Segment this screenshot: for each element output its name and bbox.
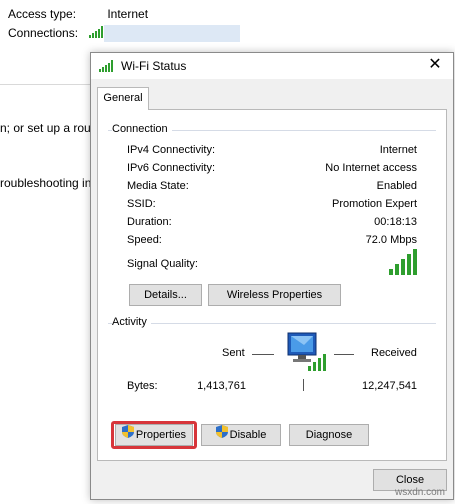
signal-quality-row: Signal Quality: (127, 258, 417, 274)
activity-divider (303, 379, 304, 391)
access-type-label: Access type: (8, 7, 77, 21)
dialog-title: Wi-Fi Status (121, 59, 187, 73)
background-text-fragment: n; or set up a rout (0, 121, 95, 135)
info-row: IPv6 Connectivity: No Internet access (127, 162, 417, 178)
background-text-fragment: roubleshooting in (0, 176, 92, 190)
info-label: Speed: (127, 234, 162, 246)
connections-label: Connections: (8, 26, 79, 40)
info-value: 00:18:13 (374, 216, 417, 228)
background-divider (0, 84, 94, 85)
wifi-status-dialog: Wi-Fi Status ✕ General Connection IPv4 C… (90, 52, 454, 500)
info-label: Duration: (127, 216, 172, 228)
disable-button[interactable]: Disable (201, 424, 281, 446)
general-panel: Connection IPv4 Connectivity: Internet I… (97, 109, 447, 461)
sent-label: Sent (222, 347, 245, 359)
connection-link-highlight[interactable] (104, 25, 240, 42)
info-label: IPv6 Connectivity: (127, 162, 216, 174)
connection-heading: Connection (112, 123, 172, 135)
wireless-properties-button[interactable]: Wireless Properties (208, 284, 341, 306)
bytes-label: Bytes: (127, 380, 158, 392)
info-value: 72.0 Mbps (365, 234, 417, 246)
access-type-value: Internet (107, 7, 149, 21)
tab-general[interactable]: General (97, 87, 149, 110)
info-value: Promotion Expert (332, 198, 417, 210)
info-row: Media State: Enabled (127, 180, 417, 196)
info-label: Media State: (127, 180, 189, 192)
signal-quality-label: Signal Quality: (127, 258, 198, 270)
wifi-signal-icon (89, 26, 105, 41)
access-type-row: Access type: Internet (8, 7, 148, 21)
properties-button[interactable]: Properties (115, 424, 193, 446)
info-label: IPv4 Connectivity: (127, 144, 216, 156)
watermark: wsxdn.com (394, 487, 445, 498)
properties-label: Properties (135, 429, 187, 441)
received-line (334, 354, 354, 355)
network-computer-icon (284, 331, 332, 380)
activity-heading: Activity (112, 316, 151, 328)
bytes-received-value: 12,247,541 (362, 380, 418, 392)
activity-group-line (108, 323, 436, 324)
info-value: Internet (379, 144, 417, 156)
uac-shield-icon (215, 425, 228, 445)
wifi-signal-icon (99, 60, 115, 75)
details-button[interactable]: Details... (129, 284, 202, 306)
close-icon[interactable]: ✕ (425, 55, 445, 75)
disable-label: Disable (229, 429, 267, 441)
title-bar[interactable]: Wi-Fi Status ✕ (91, 53, 453, 79)
info-label: SSID: (127, 198, 156, 210)
bytes-sent-value: 1,413,761 (197, 380, 246, 392)
signal-strength-icon (389, 249, 421, 278)
info-row: Duration: 00:18:13 (127, 216, 417, 232)
uac-shield-icon (121, 425, 134, 445)
diagnose-button[interactable]: Diagnose (289, 424, 369, 446)
info-row: Speed: 72.0 Mbps (127, 234, 417, 250)
info-row: IPv4 Connectivity: Internet (127, 144, 417, 160)
received-label: Received (371, 347, 417, 359)
info-value: Enabled (376, 180, 417, 192)
connections-row: Connections: (8, 26, 105, 41)
info-row: SSID: Promotion Expert (127, 198, 417, 214)
info-value: No Internet access (325, 162, 417, 174)
sent-line (252, 354, 274, 355)
